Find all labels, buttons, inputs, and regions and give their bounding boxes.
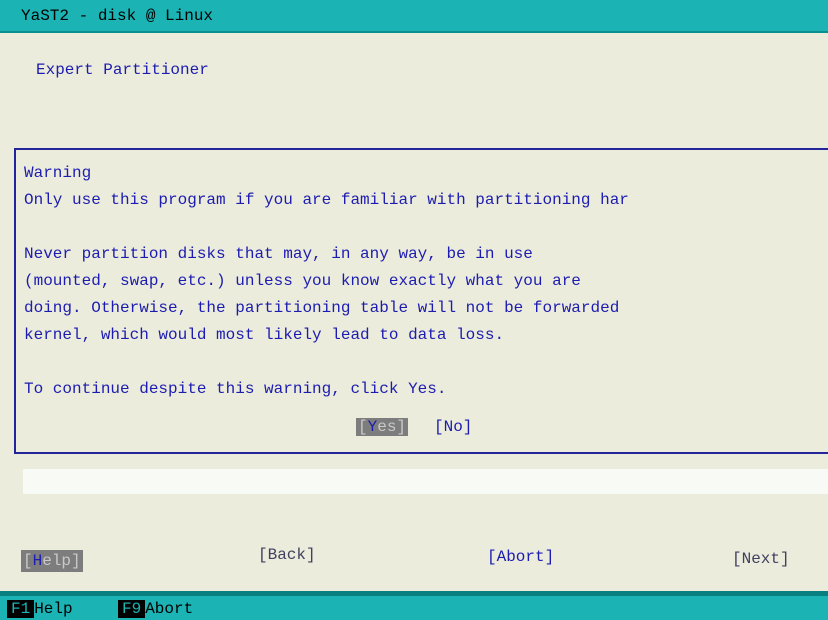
f9-key: F9 <box>118 600 146 618</box>
next-button[interactable]: [Next] <box>732 550 790 568</box>
f1-label: Help <box>34 600 73 618</box>
f1-help-shortcut[interactable]: F1 Help <box>7 600 73 618</box>
warning-line: kernel, which would most likely lead to … <box>24 326 505 344</box>
no-button[interactable]: [No] <box>434 418 472 436</box>
abort-button[interactable]: [Abort] <box>487 548 554 566</box>
yes-button-hotkey: Y <box>367 418 378 436</box>
warning-line: To continue despite this warning, click … <box>24 380 447 398</box>
yes-button[interactable]: [Yes] <box>356 418 409 436</box>
warning-line: doing. Otherwise, the partitioning table… <box>24 299 620 317</box>
function-key-bar: F1 Help F9 Abort <box>0 591 828 620</box>
warning-line: Never partition disks that may, in any w… <box>24 245 533 263</box>
help-button-hotkey: H <box>32 552 43 570</box>
f9-label: Abort <box>145 600 194 618</box>
warning-line: Only use this program if you are familia… <box>24 191 629 209</box>
page-title: Expert Partitioner <box>36 61 209 79</box>
back-button[interactable]: [Back] <box>258 546 316 564</box>
window-title: YaST2 - disk @ Linux <box>21 7 214 25</box>
help-button[interactable]: [Help] <box>21 550 83 572</box>
f9-abort-shortcut[interactable]: F9 Abort <box>118 600 193 618</box>
help-button-bracket: [ <box>23 552 33 570</box>
message-field <box>23 469 828 494</box>
window-titlebar: YaST2 - disk @ Linux <box>0 0 828 33</box>
warning-heading: Warning <box>24 164 92 182</box>
f1-key: F1 <box>7 600 35 618</box>
yes-button-bracket: [ <box>358 418 368 436</box>
warning-dialog: Warning Only use this program if you are… <box>14 148 828 454</box>
help-button-label: elp] <box>42 552 81 570</box>
yes-button-label: es] <box>377 418 407 436</box>
warning-line: (mounted, swap, etc.) unless you know ex… <box>24 272 581 290</box>
